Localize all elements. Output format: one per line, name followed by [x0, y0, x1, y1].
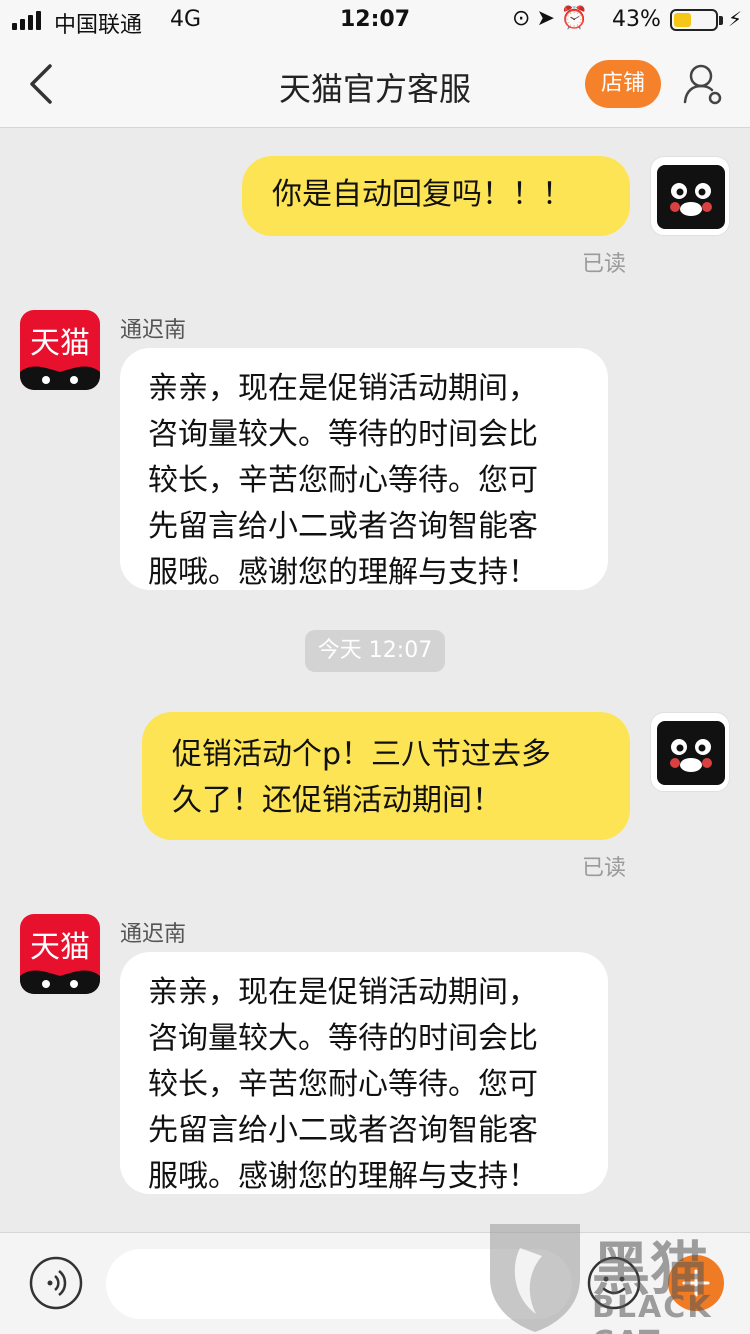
voice-icon[interactable]	[28, 1255, 84, 1311]
message-line: 较长，辛苦您耐心等待。您可	[148, 463, 538, 498]
charging-icon: ⚡	[728, 7, 743, 31]
sender-name: 通迟南	[120, 922, 187, 947]
message-line: 咨询量较大。等待的时间会比	[148, 1021, 538, 1056]
message-line: 服哦。感谢您的理解与支持！	[148, 555, 538, 590]
message-bubble-agent[interactable]: 亲亲，现在是促销活动期间， 咨询量较大。等待的时间会比 较长，辛苦您耐心等待。您…	[120, 348, 608, 590]
battery-icon	[670, 9, 718, 31]
shop-button[interactable]: 店铺	[585, 60, 661, 108]
user-avatar[interactable]	[650, 156, 730, 236]
user-avatar[interactable]	[650, 712, 730, 792]
message-bubble-me[interactable]: 促销活动个p！三八节过去多 久了！还促销活动期间！	[142, 712, 630, 840]
timestamp-pill: 今天 12:07	[305, 630, 445, 672]
user-settings-icon[interactable]	[682, 62, 724, 106]
message-line: 先留言给小二或者咨询智能客	[148, 1113, 538, 1148]
tmall-avatar[interactable]: 天猫	[20, 310, 100, 390]
nav-bar: 天猫官方客服 店铺	[0, 40, 750, 128]
status-bar: 中国联通 4G 12:07 ⊙➤⏰ 43% ⚡	[0, 0, 750, 40]
message-bubble-me[interactable]: 你是自动回复吗！！！	[242, 156, 630, 236]
tmall-cat-icon	[20, 366, 100, 390]
battery-percent: 43%	[612, 7, 661, 32]
message-line: 先留言给小二或者咨询智能客	[148, 509, 538, 544]
message-line: 亲亲，现在是促销活动期间，	[148, 371, 538, 406]
message-line: 促销活动个p！三八节过去多	[172, 737, 552, 772]
rotation-lock-icon: ⊙	[512, 6, 537, 31]
message-line: 较长，辛苦您耐心等待。您可	[148, 1067, 538, 1102]
message-line: 服哦。感谢您的理解与支持！	[148, 1159, 538, 1194]
message-line: 咨询量较大。等待的时间会比	[148, 417, 538, 452]
location-icon: ➤	[536, 6, 561, 31]
bear-avatar-icon	[657, 165, 725, 229]
read-status: 已读	[582, 856, 627, 881]
bear-avatar-icon	[657, 721, 725, 785]
alarm-icon: ⏰	[560, 6, 595, 31]
sender-name: 通迟南	[120, 318, 187, 343]
message-line: 亲亲，现在是促销活动期间，	[148, 975, 538, 1010]
watermark: 黑猫 BLACK CAT	[480, 1218, 750, 1334]
message-bubble-agent[interactable]: 亲亲，现在是促销活动期间， 咨询量较大。等待的时间会比 较长，辛苦您耐心等待。您…	[120, 952, 608, 1194]
tmall-cat-icon	[20, 970, 100, 994]
watermark-en: BLACK CAT	[592, 1290, 713, 1334]
message-line: 久了！还促销活动期间！	[172, 783, 502, 818]
tmall-avatar[interactable]: 天猫	[20, 914, 100, 994]
message-text: 你是自动回复吗！！！	[272, 177, 572, 212]
read-status: 已读	[582, 252, 627, 277]
status-icons: ⊙➤⏰	[512, 6, 594, 31]
black-cat-shield-icon	[490, 1224, 580, 1332]
